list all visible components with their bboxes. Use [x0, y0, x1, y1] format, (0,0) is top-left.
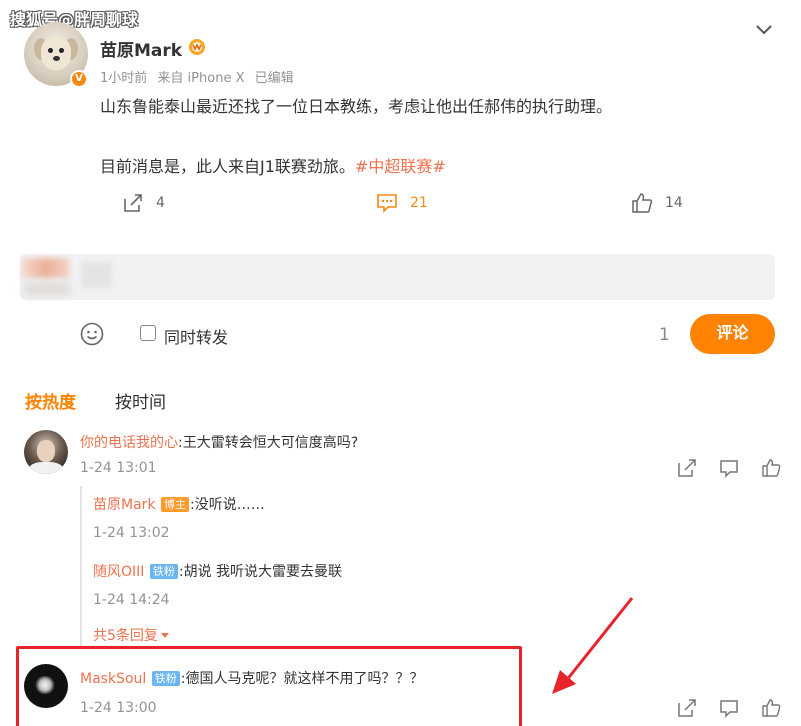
repost-button[interactable]: 4 [122, 193, 165, 213]
repost-count: 4 [156, 195, 165, 211]
highlight-box [16, 646, 522, 726]
reply-thread-line [80, 486, 82, 646]
fan-badge: 铁粉 [149, 564, 178, 579]
blurred-text [82, 262, 112, 288]
reply-icon[interactable] [719, 458, 739, 478]
blurred-avatar [22, 258, 70, 278]
reply-item: 随风OIII 铁粉:胡说 我听说大雷要去曼联 [93, 561, 342, 581]
more-replies-label: 共5条回复 [93, 628, 158, 644]
post-edited: 已编辑 [254, 71, 294, 86]
sort-by-time-tab[interactable]: 按时间 [115, 388, 166, 413]
post-text-line2: 目前消息是，此人来自J1联赛劲旅。#中超联赛# [100, 153, 446, 177]
blurred-text [24, 282, 70, 296]
blogger-badge: 博主 [160, 497, 189, 512]
comment-actions [677, 698, 781, 718]
reply-icon[interactable] [719, 698, 739, 718]
vip-badge-icon [189, 39, 205, 55]
reply-time: 1-24 13:02 [93, 525, 170, 541]
repost-icon [124, 194, 142, 212]
comment-item: 你的电话我的心:王大雷转会恒大可信度高吗? [80, 432, 358, 452]
like-icon [632, 193, 653, 213]
commenter-avatar[interactable] [24, 430, 68, 474]
red-arrow-annotation [552, 597, 634, 694]
replier-name[interactable]: 随风OIII [93, 564, 144, 580]
reply-text: :没听说…… [189, 497, 265, 513]
like-count: 14 [665, 195, 683, 211]
comment-button[interactable]: 21 [376, 193, 428, 213]
author-name[interactable]: 苗原Mark [100, 36, 182, 61]
verified-icon: V [70, 70, 88, 88]
comment-count: 21 [410, 195, 428, 211]
chevron-down-icon[interactable] [754, 22, 774, 38]
like-button[interactable]: 14 [631, 193, 683, 213]
reply-text: :胡说 我听说大雷要去曼联 [178, 564, 343, 580]
emoji-icon[interactable] [80, 322, 104, 346]
reply-time: 1-24 14:24 [93, 592, 170, 608]
watermark: 搜狐号@胖周聊球 [10, 10, 139, 29]
reply-item: 苗原Mark 博主:没听说…… [93, 494, 265, 514]
comment-time: 1-24 13:01 [80, 460, 157, 476]
post-time: 1小时前 [100, 71, 148, 86]
replier-name[interactable]: 苗原Mark [93, 497, 156, 513]
commenter-name[interactable]: 你的电话我的心 [80, 435, 178, 451]
comment-icon [377, 194, 397, 213]
repost-checkbox-label[interactable]: 同时转发 [164, 324, 228, 348]
post-text-line1: 山东鲁能泰山最近还找了一位日本教练，考虑让他出任郝伟的执行助理。 [100, 97, 613, 116]
thumb-icon[interactable] [761, 698, 781, 718]
char-counter: 1 [659, 325, 670, 345]
caret-down-icon [160, 633, 169, 638]
comment-actions [677, 458, 781, 478]
comment-input[interactable] [20, 254, 775, 300]
post-text-body: 目前消息是，此人来自J1联赛劲旅。 [100, 157, 355, 176]
sort-by-hot-tab[interactable]: 按热度 [25, 388, 76, 413]
post-source: 来自 iPhone X [157, 71, 245, 86]
hashtag-link[interactable]: #中超联赛# [355, 157, 446, 176]
share-icon[interactable] [677, 698, 697, 718]
thumb-icon[interactable] [761, 458, 781, 478]
more-replies-link[interactable]: 共5条回复 [93, 625, 169, 645]
share-icon[interactable] [677, 458, 697, 478]
comment-text: :王大雷转会恒大可信度高吗? [178, 435, 359, 451]
repost-checkbox[interactable] [140, 325, 156, 341]
post-meta: 1小时前 来自 iPhone X 已编辑 [100, 67, 300, 86]
submit-comment-button[interactable]: 评论 [690, 314, 775, 354]
